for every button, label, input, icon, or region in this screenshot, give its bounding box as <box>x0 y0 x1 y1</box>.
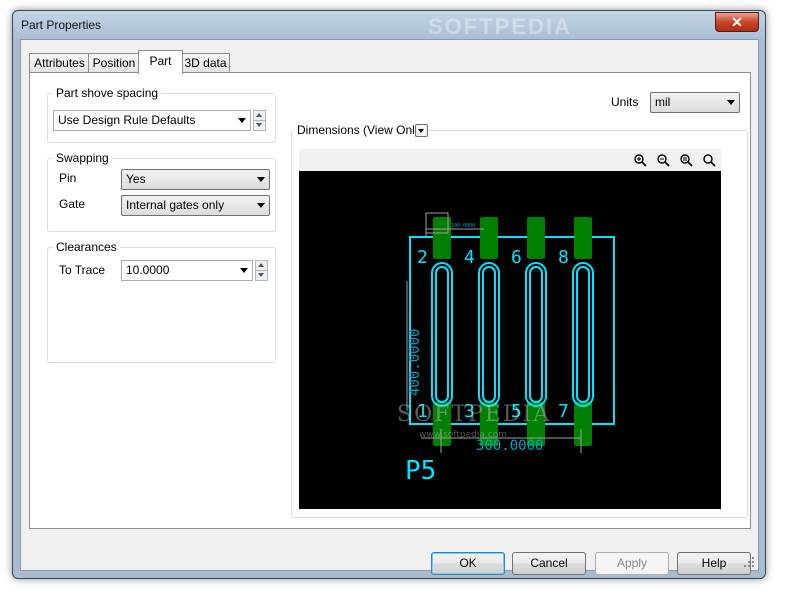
dimensions-title: Dimensions (View Only) <box>294 123 428 137</box>
pin-slot-inner <box>482 266 496 403</box>
close-button[interactable]: ✕ <box>715 12 759 32</box>
resize-grip-icon[interactable] <box>743 556 755 568</box>
zoom-in-icon[interactable] <box>633 153 647 167</box>
spin-down-icon[interactable] <box>255 270 268 281</box>
apply-button[interactable]: Apply <box>595 552 669 575</box>
group-title: Clearances <box>53 240 120 254</box>
units-label: Units <box>611 95 639 109</box>
pin-slot-inner <box>576 266 590 403</box>
ok-button[interactable]: OK <box>431 552 505 575</box>
tab-3d-data[interactable]: 3D data <box>181 53 230 73</box>
pin-number: 8 <box>558 247 569 268</box>
dim-vertical-label: 400.0000 <box>407 329 423 396</box>
tab-attributes[interactable]: Attributes <box>29 53 90 73</box>
pin-number: 4 <box>464 247 475 268</box>
group-part-shove-spacing: Part shove spacing Use Design Rule Defau… <box>47 86 276 143</box>
dialog-window: Part Properties SOFTPEDIA ✕ Attributes P… <box>12 10 766 579</box>
zoom-previous-icon[interactable] <box>679 153 693 167</box>
pad <box>574 217 592 259</box>
pad <box>574 402 592 446</box>
title-bar[interactable]: Part Properties SOFTPEDIA ✕ <box>13 11 765 39</box>
group-title: Swapping <box>53 151 112 165</box>
pin-number: 7 <box>558 401 569 422</box>
watermark-url: www.softpedia.com <box>419 430 507 440</box>
preview-toolbar <box>299 149 721 171</box>
part-name-label: P5 <box>405 456 436 486</box>
help-button[interactable]: Help <box>677 552 751 575</box>
to-trace-spinner[interactable] <box>255 260 268 281</box>
pad <box>480 217 498 259</box>
part-shove-spacing-select[interactable]: Use Design Rule Defaults <box>53 110 251 131</box>
pin-number: 6 <box>511 247 522 268</box>
part-shove-spinner[interactable] <box>253 110 266 131</box>
chevron-down-icon <box>727 100 735 105</box>
zoom-out-icon[interactable] <box>656 153 670 167</box>
to-trace-label: To Trace <box>59 263 106 277</box>
group-clearances: Clearances To Trace 10.0000 <box>47 240 276 363</box>
close-icon: ✕ <box>731 14 743 30</box>
zoom-fit-icon[interactable] <box>702 153 716 167</box>
cancel-button[interactable]: Cancel <box>512 552 586 575</box>
part-preview-svg: 400.0000 300.0000 100.0000 2 4 6 8 1 3 5 <box>397 212 615 486</box>
pin-slot-inner <box>435 266 449 403</box>
group-dimensions: Dimensions (View Only) 400.0000 300.0000… <box>291 123 748 518</box>
pad <box>527 217 545 259</box>
tab-part[interactable]: Part <box>138 50 183 74</box>
part-preview-canvas[interactable]: 400.0000 300.0000 100.0000 2 4 6 8 1 3 5 <box>299 171 721 509</box>
watermark-text: SOFTPEDIA <box>397 402 551 427</box>
dimensions-menu-button[interactable] <box>415 124 428 137</box>
tab-position[interactable]: Position <box>88 53 140 73</box>
chevron-down-icon <box>257 177 265 182</box>
gate-select[interactable]: Internal gates only <box>121 195 270 216</box>
dim-horizontal-label: 300.0000 <box>476 438 543 454</box>
pin-slots <box>431 262 594 407</box>
dim-small-label: 100.0000 <box>451 223 475 229</box>
tab-panel-part: Part shove spacing Use Design Rule Defau… <box>29 72 751 529</box>
pin-select[interactable]: Yes <box>121 169 270 190</box>
group-swapping: Swapping Pin Yes Gate Internal gates onl… <box>47 151 276 232</box>
group-title: Part shove spacing <box>53 86 162 100</box>
chevron-down-icon <box>257 203 265 208</box>
chevron-down-icon <box>238 118 246 123</box>
window-title: Part Properties <box>21 18 102 32</box>
dialog-client: Attributes Position Part 3D data Part sh… <box>20 39 759 575</box>
watermark-text: SOFTPEDIA <box>428 14 572 39</box>
chevron-down-icon <box>240 268 248 273</box>
spin-down-icon[interactable] <box>253 120 266 131</box>
pin-number: 2 <box>417 247 428 268</box>
to-trace-select[interactable]: 10.0000 <box>121 260 253 281</box>
gate-label: Gate <box>59 197 86 211</box>
chevron-down-icon <box>418 129 424 133</box>
pin-label: Pin <box>59 171 77 185</box>
units-select[interactable]: mil <box>650 92 740 113</box>
pin-slot-inner <box>529 266 543 403</box>
